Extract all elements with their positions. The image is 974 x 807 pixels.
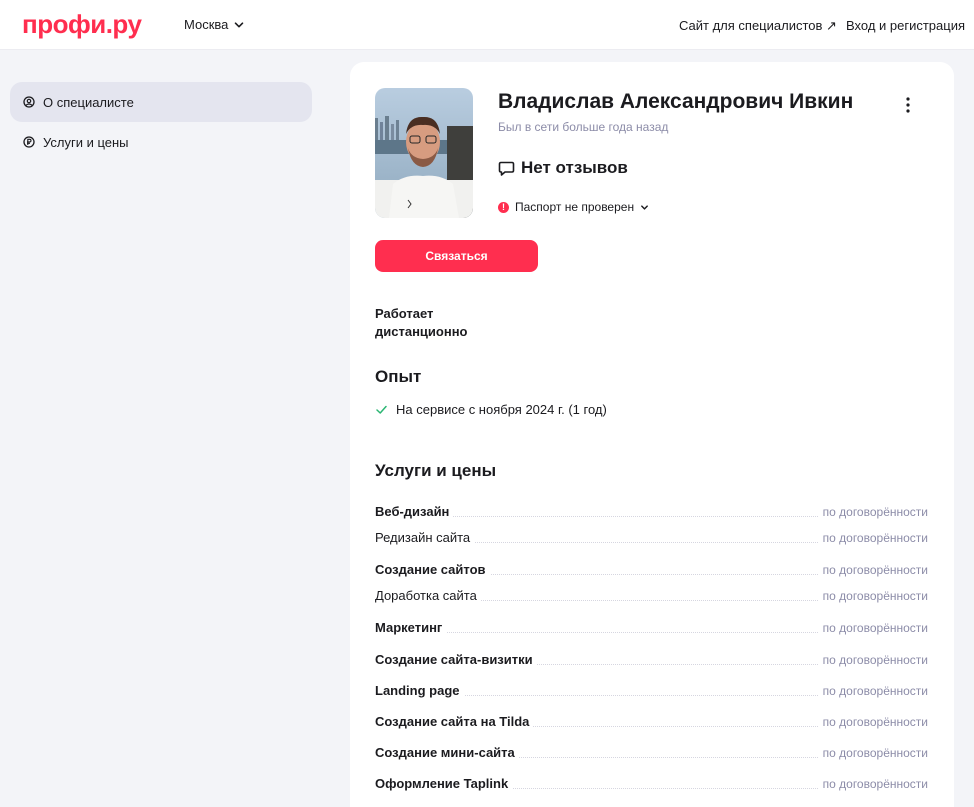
service-label: Создание сайтов bbox=[375, 562, 490, 577]
service-label: Landing page bbox=[375, 683, 464, 698]
service-row[interactable]: Landing page по договорённости bbox=[375, 678, 928, 698]
passport-label: Паспорт не проверен bbox=[515, 200, 635, 214]
service-price: по договорённости bbox=[818, 684, 928, 698]
service-price: по договорённости bbox=[818, 777, 928, 791]
service-row[interactable]: Создание сайта-визитки по договорённости bbox=[375, 647, 928, 667]
reviews-summary[interactable]: Нет отзывов bbox=[498, 158, 628, 178]
experience-item: На сервисе с ноября 2024 г. (1 год) bbox=[375, 402, 607, 417]
check-icon bbox=[376, 405, 387, 414]
service-label: Создание мини-сайта bbox=[375, 745, 519, 760]
login-link[interactable]: Вход и регистрация bbox=[846, 18, 965, 33]
top-header: профи.ру Москва Сайт для специалистов ↗ … bbox=[0, 0, 974, 50]
ruble-icon bbox=[23, 136, 35, 148]
user-circle-icon bbox=[23, 96, 35, 108]
city-label: Москва bbox=[184, 17, 229, 32]
experience-text: На сервисе с ноября 2024 г. (1 год) bbox=[396, 402, 607, 417]
sidebar-item-label: О специалисте bbox=[43, 94, 134, 110]
service-row[interactable]: Маркетинг по договорённости bbox=[375, 615, 928, 635]
service-label: Редизайн сайта bbox=[375, 530, 475, 545]
chat-bubble-icon bbox=[498, 161, 515, 176]
service-row[interactable]: Создание сайтов по договорённости bbox=[375, 557, 928, 577]
last-seen-status: Был в сети больше года назад bbox=[498, 120, 669, 134]
warning-icon: ! bbox=[498, 201, 509, 213]
service-label: Оформление Taplink bbox=[375, 776, 513, 791]
sidebar-item-label: Услуги и цены bbox=[43, 134, 129, 150]
passport-status[interactable]: ! Паспорт не проверен bbox=[498, 200, 649, 214]
service-row[interactable]: Создание сайта на Tilda по договорённост… bbox=[375, 709, 928, 729]
chevron-down-icon bbox=[235, 21, 244, 27]
sidebar-item-services[interactable]: Услуги и цены bbox=[10, 122, 312, 162]
reviews-label: Нет отзывов bbox=[521, 158, 628, 177]
service-price: по договорённости bbox=[818, 653, 928, 667]
profile-card: Владислав Александрович Ивкин Был в сети… bbox=[350, 62, 954, 807]
city-selector[interactable]: Москва bbox=[184, 17, 244, 32]
service-price: по договорённости bbox=[818, 589, 928, 603]
service-price: по договорённости bbox=[818, 505, 928, 519]
sidebar: О специалисте Услуги и цены bbox=[10, 82, 312, 162]
service-label: Создание сайта на Tilda bbox=[375, 714, 534, 729]
service-label: Маркетинг bbox=[375, 620, 447, 635]
specialists-site-link[interactable]: Сайт для специалистов ↗ bbox=[679, 18, 837, 34]
more-options-icon[interactable] bbox=[898, 95, 918, 115]
service-price: по договорённости bbox=[818, 531, 928, 545]
service-price: по договорённости bbox=[818, 563, 928, 577]
service-row[interactable]: Создание мини-сайта по договорённости bbox=[375, 740, 928, 760]
contact-button[interactable]: Связаться bbox=[375, 240, 538, 272]
experience-title: Опыт bbox=[375, 367, 422, 386]
service-label: Веб-дизайн bbox=[375, 504, 454, 519]
avatar[interactable] bbox=[375, 88, 473, 218]
avatar-photo bbox=[375, 88, 473, 218]
specialist-name: Владислав Александрович Ивкин bbox=[498, 90, 854, 113]
service-price: по договорённости bbox=[818, 715, 928, 729]
services-list: Веб-дизайн по договорённости Редизайн са… bbox=[375, 499, 928, 791]
services-title: Услуги и цены bbox=[375, 461, 497, 480]
service-row[interactable]: Редизайн сайта по договорённости bbox=[375, 525, 928, 545]
sidebar-item-about[interactable]: О специалисте bbox=[10, 82, 312, 122]
service-label: Создание сайта-визитки bbox=[375, 652, 537, 667]
work-mode: Работает дистанционно bbox=[375, 306, 468, 339]
service-row[interactable]: Оформление Taplink по договорённости bbox=[375, 771, 928, 791]
service-row[interactable]: Веб-дизайн по договорённости bbox=[375, 499, 928, 519]
chevron-down-icon bbox=[641, 204, 649, 210]
service-label: Доработка сайта bbox=[375, 588, 481, 603]
service-price: по договорённости bbox=[818, 621, 928, 635]
service-price: по договорённости bbox=[818, 746, 928, 760]
logo[interactable]: профи.ру bbox=[22, 9, 142, 40]
service-row[interactable]: Доработка сайта по договорённости bbox=[375, 583, 928, 603]
